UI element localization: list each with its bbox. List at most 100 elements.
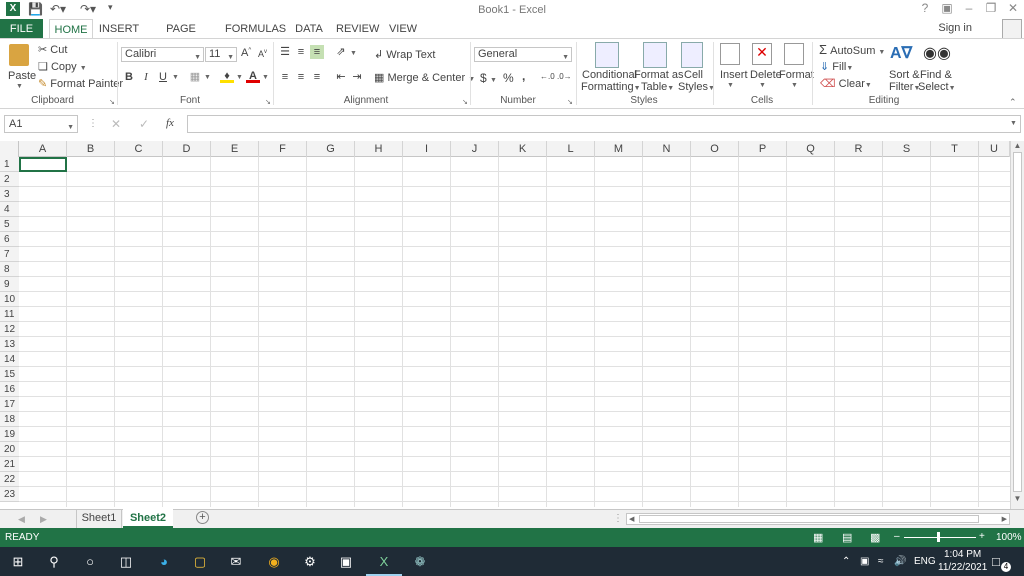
- row-header[interactable]: 11: [0, 307, 19, 322]
- sign-in-link[interactable]: Sign in: [938, 22, 972, 34]
- merge-center-button[interactable]: ▦ Merge & Center ▼: [374, 71, 475, 84]
- redo-icon[interactable]: ↷▾: [80, 2, 96, 16]
- font-color-icon[interactable]: A: [246, 69, 260, 83]
- horizontal-scrollbar[interactable]: ◀ ▶: [626, 513, 1010, 525]
- conditional-formatting-label-2[interactable]: Formatting▼: [581, 81, 641, 93]
- row-header[interactable]: 1: [0, 157, 19, 172]
- settings-gear-icon[interactable]: ⚙: [292, 547, 328, 576]
- file-explorer-icon[interactable]: ▢: [182, 547, 218, 576]
- wrap-text-button[interactable]: ↲ Wrap Text: [374, 48, 435, 61]
- edge-browser-icon[interactable]: ◕: [146, 547, 182, 576]
- zoom-out-icon[interactable]: –: [894, 531, 900, 542]
- column-header[interactable]: C: [115, 141, 163, 157]
- normal-view-icon[interactable]: ▦: [813, 531, 823, 544]
- orientation-icon[interactable]: ⇗: [334, 45, 348, 59]
- column-header[interactable]: M: [595, 141, 643, 157]
- comma-button[interactable]: ,: [522, 69, 525, 83]
- tab-formulas[interactable]: FORMULAS: [225, 19, 286, 39]
- number-launcher-icon[interactable]: ↘: [567, 98, 573, 106]
- tab-file[interactable]: FILE: [0, 19, 43, 39]
- zoom-slider[interactable]: [904, 537, 976, 538]
- tab-review[interactable]: REVIEW: [336, 19, 379, 39]
- customize-qat-icon[interactable]: ▾: [108, 2, 113, 13]
- decrease-indent-icon[interactable]: ⇤: [334, 70, 348, 84]
- clock-time[interactable]: 1:04 PM: [944, 549, 981, 560]
- row-header[interactable]: 4: [0, 202, 19, 217]
- row-header[interactable]: 23: [0, 487, 19, 502]
- row-header[interactable]: 21: [0, 457, 19, 472]
- cancel-entry-icon[interactable]: ✕: [111, 117, 121, 131]
- tab-data[interactable]: DATA: [293, 19, 325, 39]
- row-header[interactable]: 16: [0, 382, 19, 397]
- row-header[interactable]: 3: [0, 187, 19, 202]
- column-header[interactable]: P: [739, 141, 787, 157]
- row-header[interactable]: 9: [0, 277, 19, 292]
- chevron-down-icon[interactable]: ▼: [727, 82, 734, 89]
- select-all-button[interactable]: [0, 141, 19, 157]
- row-header[interactable]: 12: [0, 322, 19, 337]
- ribbon-display-icon[interactable]: ▣: [938, 1, 956, 15]
- zoom-in-icon[interactable]: +: [979, 531, 985, 542]
- undo-icon[interactable]: ↶▾: [50, 2, 66, 16]
- paint-icon[interactable]: ❁: [402, 547, 438, 576]
- copy-button[interactable]: ❏ Copy ▼: [38, 60, 87, 73]
- close-icon[interactable]: ✕: [1004, 1, 1022, 15]
- active-cell[interactable]: [19, 157, 67, 172]
- scroll-thumb[interactable]: [1013, 152, 1022, 492]
- formula-input[interactable]: [187, 115, 1021, 133]
- align-center-icon[interactable]: ≡: [294, 70, 308, 84]
- column-header[interactable]: I: [403, 141, 451, 157]
- format-as-table-icon[interactable]: [643, 42, 667, 68]
- page-layout-view-icon[interactable]: ▤: [842, 531, 852, 544]
- tab-insert[interactable]: INSERT: [98, 19, 140, 39]
- increase-decimal-icon[interactable]: ←.0: [540, 72, 555, 81]
- windows-start-icon[interactable]: ⊞: [0, 547, 36, 576]
- zoom-level[interactable]: 100%: [996, 532, 1022, 543]
- column-header[interactable]: S: [883, 141, 931, 157]
- fill-button[interactable]: ⇓ Fill▼: [820, 60, 853, 73]
- cell-styles-label-1[interactable]: Cell: [684, 69, 703, 81]
- scroll-up-icon[interactable]: ▲: [1011, 141, 1024, 150]
- column-header[interactable]: Q: [787, 141, 835, 157]
- alignment-launcher-icon[interactable]: ↘: [462, 98, 468, 106]
- column-header[interactable]: E: [211, 141, 259, 157]
- currency-button[interactable]: $ ▼: [480, 71, 497, 85]
- column-header[interactable]: K: [499, 141, 547, 157]
- tab-home[interactable]: HOME: [49, 19, 93, 39]
- input-language[interactable]: ENG: [914, 547, 936, 576]
- cortana-icon[interactable]: ○: [72, 547, 108, 576]
- avatar-icon[interactable]: [1002, 19, 1022, 39]
- align-left-icon[interactable]: ≡: [278, 70, 292, 84]
- mail-icon[interactable]: ✉: [218, 547, 254, 576]
- italic-button[interactable]: I: [139, 70, 153, 84]
- bottom-align-icon[interactable]: ≡: [310, 45, 324, 59]
- add-sheet-icon[interactable]: +: [196, 511, 209, 524]
- percent-button[interactable]: %: [503, 71, 514, 85]
- underline-dropdown-icon[interactable]: ▼: [172, 74, 179, 81]
- row-header[interactable]: 19: [0, 427, 19, 442]
- autosum-button[interactable]: Σ AutoSum ▼: [819, 42, 885, 57]
- volume-icon[interactable]: 🔊: [894, 547, 906, 576]
- chrome-icon[interactable]: ◉: [256, 547, 292, 576]
- tab-view[interactable]: VIEW: [387, 19, 419, 39]
- restore-icon[interactable]: ❐: [982, 1, 1000, 15]
- sort-filter-label-2[interactable]: Filter▼: [889, 81, 920, 93]
- row-header[interactable]: 13: [0, 337, 19, 352]
- column-header[interactable]: F: [259, 141, 307, 157]
- delete-cells-icon[interactable]: ✕: [752, 43, 772, 65]
- column-header[interactable]: N: [643, 141, 691, 157]
- notification-icon[interactable]: □: [992, 547, 1000, 576]
- column-header[interactable]: A: [19, 141, 67, 157]
- conditional-formatting-icon[interactable]: [595, 42, 619, 68]
- column-header[interactable]: U: [979, 141, 1010, 157]
- paste-icon[interactable]: [9, 44, 29, 66]
- font-size-select[interactable]: 11 ▼: [205, 47, 237, 62]
- font-color-dropdown-icon[interactable]: ▼: [262, 74, 269, 81]
- column-header[interactable]: H: [355, 141, 403, 157]
- column-header[interactable]: J: [451, 141, 499, 157]
- tab-page-layout[interactable]: PAGE LAYOUT: [148, 19, 214, 55]
- shrink-font-icon[interactable]: Av: [258, 49, 267, 59]
- sort-filter-icon[interactable]: A∇: [890, 43, 912, 63]
- underline-button[interactable]: U: [156, 70, 170, 84]
- column-header[interactable]: R: [835, 141, 883, 157]
